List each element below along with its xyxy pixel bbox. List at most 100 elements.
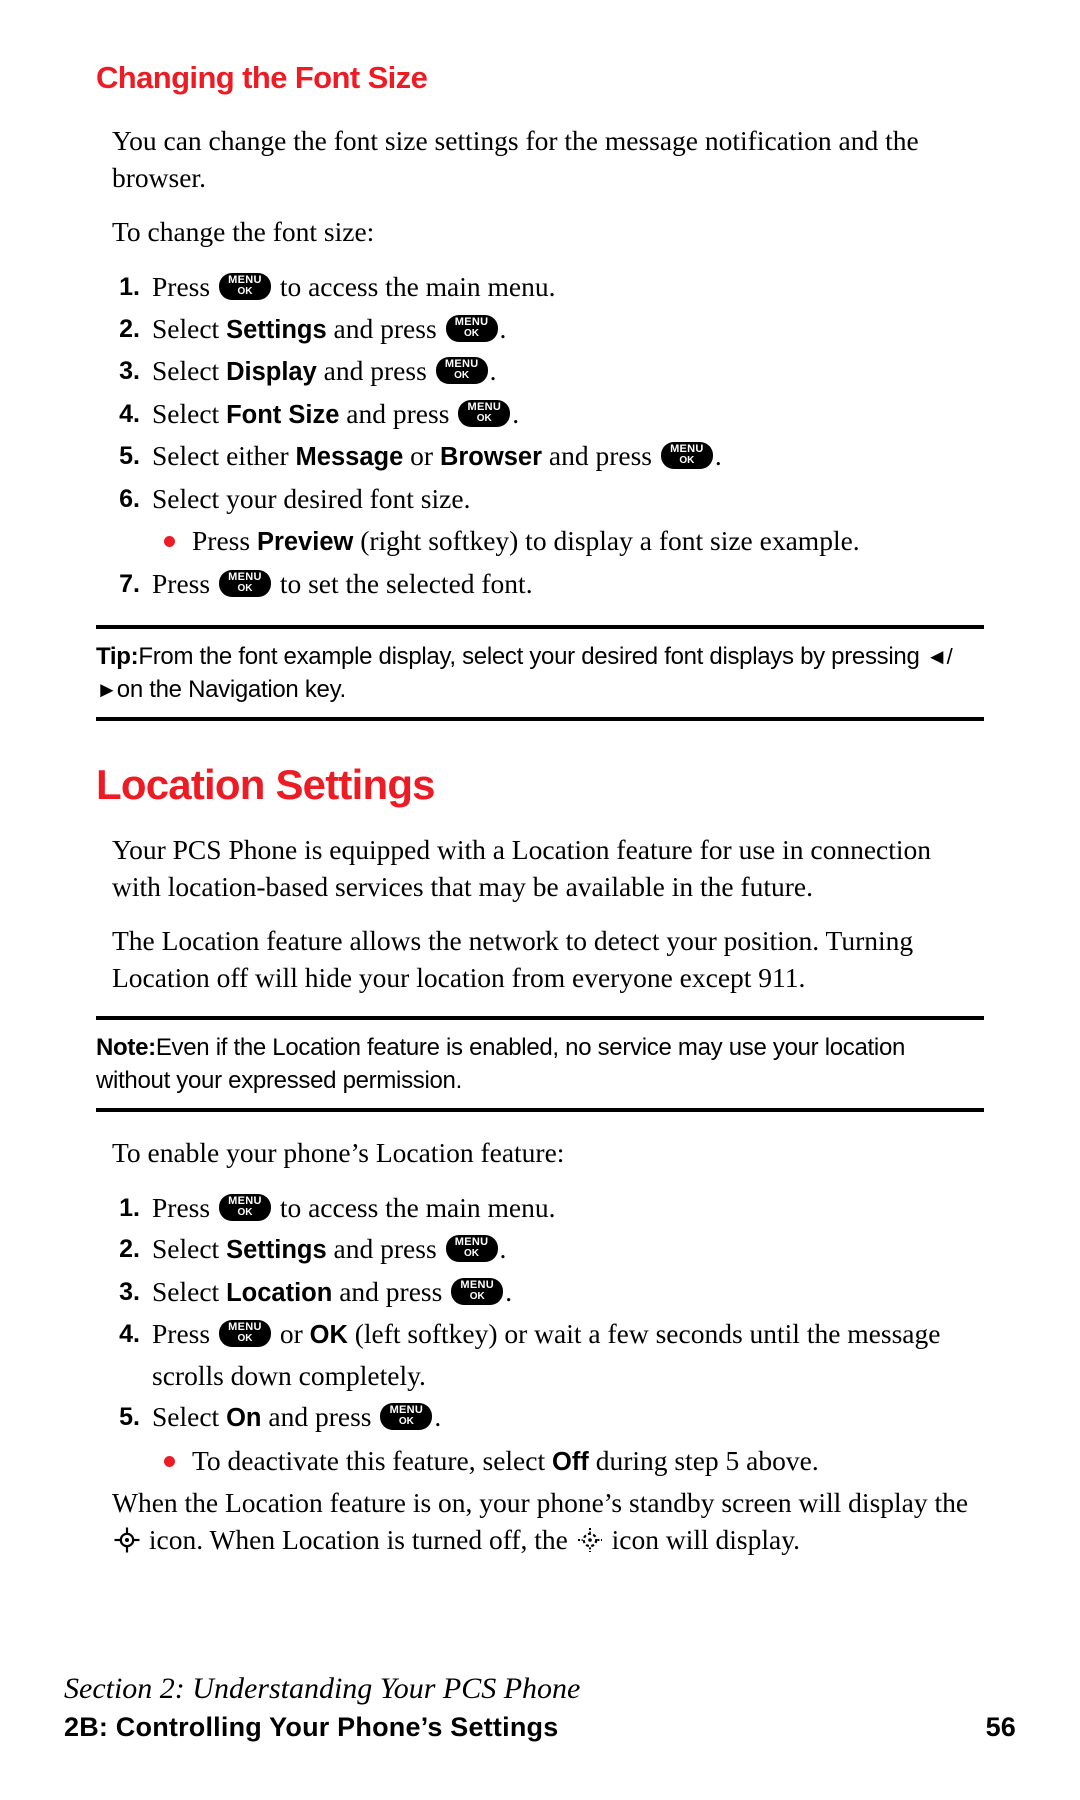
menu-ok-key-icon: MENU OK — [445, 1235, 498, 1262]
ui-label-font-size: Font Size — [226, 400, 340, 429]
step-text-pre: Press — [152, 1318, 217, 1349]
step-number: 7. — [119, 570, 140, 598]
step-item: 4. Press MENU OK or OK (left softkey) or … — [96, 1314, 984, 1396]
ui-label-display: Display — [226, 358, 317, 386]
bullet-deactivate-note: To deactivate this feature, select Off d… — [96, 1441, 984, 1482]
step-number: 1. — [119, 273, 140, 301]
menu-ok-key-icon: MENU OK — [380, 1403, 433, 1430]
bullet-preview-note: Press Preview (right softkey) to display… — [96, 521, 984, 562]
menu-ok-key-icon: MENU OK — [451, 1277, 504, 1305]
page-content: Changing the Font Size You can change th… — [96, 60, 984, 1575]
paragraph-location-detail: The Location feature allows the network … — [112, 924, 914, 993]
menu-key-top-label: MENU — [228, 1321, 262, 1333]
step-number: 6. — [119, 484, 140, 513]
ui-label-settings: Settings — [226, 315, 327, 344]
step-item: 3. Select Location and press MENU OK. — [96, 1272, 984, 1314]
menu-key-top-label: MENU — [389, 1404, 424, 1416]
paragraph-location-icons: When the Location feature is on, your ph… — [96, 1484, 984, 1558]
paragraph-font-size-lead: To change the font size: — [112, 216, 375, 247]
menu-ok-key-icon: MENU OK — [218, 1320, 271, 1347]
step-text-post: . — [714, 440, 722, 471]
step-text-post: to set the selected font. — [272, 568, 533, 599]
step-number: 2. — [119, 1235, 140, 1263]
menu-key-bottom-label: OK — [237, 1206, 253, 1218]
ui-label-off: Off — [551, 1447, 589, 1476]
step-item: 2. Select Settings and press MENU OK. — [96, 309, 984, 351]
step-text-post: to access the main menu. — [272, 1191, 556, 1223]
page-footer: Section 2: Understanding Your PCS Phone … — [64, 1672, 1016, 1743]
footer-bottom-row: 2B: Controlling Your Phone’s Settings 56 — [64, 1712, 1016, 1743]
menu-key-top-label: MENU — [460, 1278, 494, 1291]
menu-ok-key-icon: MENU OK — [458, 399, 511, 427]
step-text-pre: Select — [152, 312, 227, 344]
step-text-pre: Press — [152, 271, 217, 302]
menu-key-bottom-label: OK — [476, 412, 492, 424]
menu-key-top-label: MENU — [454, 1236, 489, 1248]
step-item: 1. Press MENU OK to access the main menu. — [96, 267, 984, 308]
menu-key-bottom-label: OK — [464, 327, 480, 339]
menu-key-top-label: MENU — [228, 571, 262, 583]
step-number: 4. — [119, 399, 140, 428]
step-item: 1. Press MENU OK to access the main menu. — [96, 1188, 984, 1229]
ui-label-preview: Preview — [256, 528, 354, 556]
step-text-pre: Select — [152, 1275, 227, 1307]
ui-label-ok: OK — [309, 1321, 348, 1349]
section-heading-location-settings: Location Settings — [96, 760, 436, 808]
bullet-dot-icon — [164, 1455, 175, 1467]
bullet-text-post: during step 5 above. — [588, 1444, 819, 1476]
location-off-icon — [577, 1525, 603, 1552]
step-text-mid: and press — [542, 440, 659, 471]
menu-key-bottom-label: OK — [679, 455, 695, 466]
closing-text-a: When the Location feature is on, your ph… — [112, 1486, 969, 1518]
step-text-mid1: or — [403, 440, 440, 471]
note-label: Note: — [96, 1033, 156, 1061]
tip-text-a: From the font example display, select yo… — [138, 642, 920, 670]
ui-label-on: On — [226, 1404, 262, 1432]
paragraph-location-intro: Your PCS Phone is equipped with a Locati… — [112, 833, 932, 902]
step-item: 4. Select Font Size and press MENU OK. — [96, 394, 984, 436]
page-number: 56 — [985, 1712, 1016, 1742]
menu-key-top-label: MENU — [454, 315, 489, 328]
step-text-pre: Press — [152, 568, 217, 599]
steps-font-size-cont: 7. Press MENU OK to set the selected font… — [96, 564, 984, 605]
tip-callout: Tip:From the font example display, selec… — [96, 624, 984, 721]
bullet-text-pre: To deactivate this feature, select — [192, 1444, 552, 1476]
menu-key-bottom-label: OK — [237, 286, 253, 297]
menu-ok-key-icon: MENU OK — [445, 314, 498, 342]
menu-key-bottom-label: OK — [237, 1333, 253, 1344]
bullet-text-post: (right softkey) to display a font size e… — [353, 525, 860, 556]
note-callout: Note:Even if the Location feature is ena… — [96, 1015, 984, 1112]
step-item: 5. Select either Message or Browser and … — [96, 436, 984, 478]
paragraph-font-size-intro: You can change the font size settings fo… — [112, 125, 919, 193]
step-number: 1. — [119, 1193, 140, 1222]
menu-key-bottom-label: OK — [469, 1290, 485, 1302]
menu-ok-key-icon: MENU OK — [660, 442, 713, 469]
step-number: 5. — [119, 1403, 140, 1431]
footer-section-label: Section 2: Understanding Your PCS Phone — [64, 1672, 581, 1705]
steps-font-size: 1. Press MENU OK to access the main menu.… — [96, 267, 984, 519]
step-text-mid: and press — [332, 1275, 450, 1307]
closing-text-b: icon. When Location is turned off, the — [142, 1523, 575, 1555]
step-text-mid: and press — [339, 397, 457, 429]
step-text-pre: Select — [152, 355, 227, 386]
step-text-mid1: or — [272, 1318, 310, 1349]
step-text-post: . — [499, 312, 507, 344]
ui-label-message: Message — [295, 443, 404, 471]
step-text-mid: and press — [326, 312, 444, 344]
menu-ok-key-icon: MENU OK — [435, 357, 488, 384]
step-number: 4. — [119, 1320, 140, 1348]
step-text-post: . — [512, 397, 520, 429]
step-text-pre: Select — [152, 1401, 227, 1432]
step-text-pre: Select your desired font size. — [152, 482, 471, 514]
section-heading-font-size: Changing the Font Size — [96, 60, 428, 95]
step-item: 7. Press MENU OK to set the selected font… — [96, 564, 984, 605]
step-text-pre: Select — [152, 1233, 227, 1264]
step-text-post: . — [489, 355, 497, 386]
manual-page: Changing the Font Size You can change th… — [0, 0, 1080, 1800]
step-text-mid: and press — [261, 1401, 379, 1432]
menu-key-top-label: MENU — [228, 274, 262, 286]
step-number: 2. — [119, 314, 140, 343]
menu-key-top-label: MENU — [670, 443, 704, 455]
menu-ok-key-icon: MENU OK — [218, 570, 271, 597]
menu-ok-key-icon: MENU OK — [218, 1193, 271, 1221]
